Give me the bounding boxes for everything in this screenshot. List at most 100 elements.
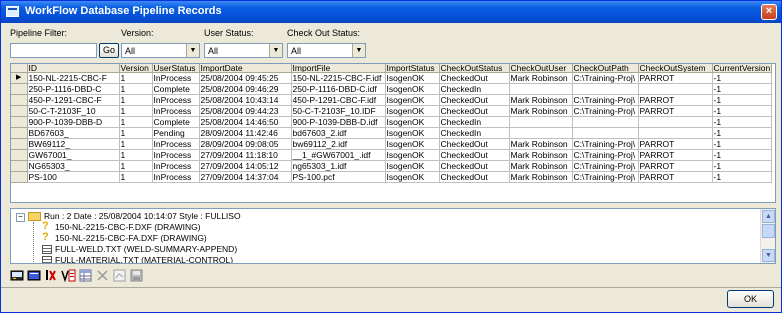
cell-user-status[interactable]: InProcess xyxy=(152,72,200,84)
cell-user-status[interactable]: InProcess xyxy=(152,160,200,172)
cell-import-status[interactable]: IsogenOK xyxy=(385,171,440,183)
cell-id[interactable]: BD67603_ xyxy=(27,127,120,139)
cell-checkout-user[interactable]: Mark Robinson xyxy=(509,72,573,84)
table-row[interactable]: GW67001_ 1 InProcess 27/09/2004 11:18:10 __1… xyxy=(11,149,773,161)
refresh-icon[interactable] xyxy=(112,268,127,283)
cell-import-date[interactable]: 27/09/2004 14:37:04 xyxy=(199,171,292,183)
table-row[interactable]: 50-C-T-2103F_10 1 InProcess 25/08/2004 09:4… xyxy=(11,105,773,117)
scroll-down-icon[interactable]: ▼ xyxy=(762,249,775,262)
column-header-import-file[interactable]: ImportFile xyxy=(291,64,386,73)
cell-checkout-path[interactable]: C:\Training-Proj\ xyxy=(572,138,639,150)
cell-checkout-system[interactable] xyxy=(638,116,713,128)
pipeline-filter-input[interactable] xyxy=(10,43,97,58)
cell-checkout-path[interactable] xyxy=(572,116,639,128)
cell-user-status[interactable]: InProcess xyxy=(152,149,200,161)
table-row[interactable]: ▶ 150-NL-2215-CBC-F 1 InProcess 25/08/2004 0… xyxy=(11,72,773,84)
chevron-down-icon[interactable]: ▼ xyxy=(186,44,199,57)
cell-version[interactable]: 1 xyxy=(119,138,153,150)
cell-id[interactable]: 150-NL-2215-CBC-F xyxy=(27,72,120,84)
tree-child-node[interactable]: 150-NL-2215-CBC-FA.DXF (DRAWING) xyxy=(55,233,207,243)
cell-import-date[interactable]: 27/09/2004 14:05:12 xyxy=(199,160,292,172)
ok-button[interactable]: OK xyxy=(727,290,774,308)
cell-import-file[interactable]: 250-P-1116-DBD-C.idf xyxy=(291,83,386,95)
cell-checkout-user[interactable]: Mark Robinson xyxy=(509,149,573,161)
cell-user-status[interactable]: Complete xyxy=(152,83,200,95)
cell-checkout-system[interactable]: PARROT xyxy=(638,94,713,106)
go-button[interactable]: Go xyxy=(99,43,119,58)
cell-version[interactable]: 1 xyxy=(119,160,153,172)
column-header-version[interactable]: Version xyxy=(119,64,153,73)
cell-checkout-path[interactable]: C:\Training-Proj\ xyxy=(572,160,639,172)
scroll-up-icon[interactable]: ▲ xyxy=(762,210,775,223)
cell-checkout-path[interactable]: C:\Training-Proj\ xyxy=(572,149,639,161)
row-indicator[interactable] xyxy=(11,127,28,139)
cell-checkout-user[interactable]: Mark Robinson xyxy=(509,138,573,150)
cell-id[interactable]: 450-P-1291-CBC-F xyxy=(27,94,120,106)
cell-checkout-status[interactable]: CheckedOut xyxy=(439,105,510,117)
column-header-checkout-user[interactable]: CheckOutUser xyxy=(509,64,573,73)
cell-checkout-user[interactable] xyxy=(509,83,573,95)
cell-checkout-status[interactable]: CheckedOut xyxy=(439,72,510,84)
cell-import-status[interactable]: IsogenOK xyxy=(385,138,440,150)
cell-checkout-user[interactable] xyxy=(509,116,573,128)
cell-checkout-system[interactable]: PARROT xyxy=(638,138,713,150)
table-row[interactable]: NG65303_ 1 InProcess 27/09/2004 14:05:12 ng6… xyxy=(11,160,773,172)
cell-checkout-system[interactable] xyxy=(638,127,713,139)
cell-user-status[interactable]: InProcess xyxy=(152,171,200,183)
cell-checkout-status[interactable]: CheckedIn xyxy=(439,127,510,139)
cell-current-version[interactable]: -1 xyxy=(712,171,773,183)
table-view-icon[interactable] xyxy=(78,268,93,283)
cell-import-status[interactable]: IsogenOK xyxy=(385,149,440,161)
cell-import-date[interactable]: 28/09/2004 09:08:05 xyxy=(199,138,292,150)
cell-import-file[interactable]: bd67603_2.idf xyxy=(291,127,386,139)
row-indicator[interactable] xyxy=(11,94,28,106)
row-indicator[interactable] xyxy=(11,171,28,183)
tree-child-node[interactable]: 150-NL-2215-CBC-F.DXF (DRAWING) xyxy=(55,222,201,232)
cell-version[interactable]: 1 xyxy=(119,171,153,183)
user-status-select[interactable]: All ▼ xyxy=(204,43,283,58)
cell-current-version[interactable]: -1 xyxy=(712,72,773,84)
cell-import-file[interactable]: bw69112_2.idf xyxy=(291,138,386,150)
column-header-import-date[interactable]: ImportDate xyxy=(199,64,292,73)
cell-import-status[interactable]: IsogenOK xyxy=(385,116,440,128)
cell-checkout-user[interactable]: Mark Robinson xyxy=(509,105,573,117)
cell-current-version[interactable]: -1 xyxy=(712,105,773,117)
tree-child-node[interactable]: FULL-MATERIAL.TXT (MATERIAL-CONTROL) xyxy=(55,255,233,263)
cell-version[interactable]: 1 xyxy=(119,127,153,139)
cell-id[interactable]: 50-C-T-2103F_10 xyxy=(27,105,120,117)
cell-import-status[interactable]: IsogenOK xyxy=(385,94,440,106)
cell-checkout-status[interactable]: CheckedOut xyxy=(439,94,510,106)
cell-import-date[interactable]: 25/08/2004 09:44:23 xyxy=(199,105,292,117)
cell-checkout-system[interactable]: PARROT xyxy=(638,160,713,172)
cell-import-status[interactable]: IsogenOK xyxy=(385,83,440,95)
cell-checkout-status[interactable]: CheckedOut xyxy=(439,138,510,150)
cell-current-version[interactable]: -1 xyxy=(712,160,773,172)
table-row[interactable]: 900-P-1039-DBB-D 1 Complete 25/08/2004 14:4… xyxy=(11,116,773,128)
cell-checkout-path[interactable] xyxy=(572,127,639,139)
scroll-thumb[interactable] xyxy=(762,224,775,238)
cell-checkout-system[interactable] xyxy=(638,83,713,95)
row-indicator[interactable] xyxy=(11,160,28,172)
close-button[interactable]: × xyxy=(761,4,777,20)
chevron-down-icon[interactable]: ▼ xyxy=(269,44,282,57)
cell-import-status[interactable]: IsogenOK xyxy=(385,127,440,139)
cell-import-date[interactable]: 25/08/2004 14:46:50 xyxy=(199,116,292,128)
table-row[interactable]: BD67603_ 1 Pending 28/09/2004 11:42:46 bd676… xyxy=(11,127,773,139)
cell-checkout-status[interactable]: CheckedOut xyxy=(439,171,510,183)
cell-checkout-system[interactable]: PARROT xyxy=(638,105,713,117)
column-header-import-status[interactable]: ImportStatus xyxy=(385,64,440,73)
records-grid[interactable]: ID Version UserStatus ImportDate ImportF… xyxy=(10,63,776,203)
table-row[interactable]: PS-100 1 InProcess 27/09/2004 14:37:04 PS-10… xyxy=(11,171,773,183)
cell-id[interactable]: NG65303_ xyxy=(27,160,120,172)
cell-checkout-status[interactable]: CheckedIn xyxy=(439,83,510,95)
cell-checkout-user[interactable]: Mark Robinson xyxy=(509,171,573,183)
cell-import-date[interactable]: 27/09/2004 11:18:10 xyxy=(199,149,292,161)
cell-import-date[interactable]: 25/08/2004 09:46:29 xyxy=(199,83,292,95)
cell-id[interactable]: GW67001_ xyxy=(27,149,120,161)
cell-import-status[interactable]: IsogenOK xyxy=(385,72,440,84)
version-select[interactable]: All ▼ xyxy=(121,43,200,58)
run-tree[interactable]: − Run : 2 Date : 25/08/2004 10:14:07 Sty… xyxy=(10,208,776,264)
title-bar[interactable]: WorkFlow Database Pipeline Records × xyxy=(1,1,781,23)
table-row[interactable]: 250-P-1116-DBD-C 1 Complete 25/08/2004 09:4… xyxy=(11,83,773,95)
cell-checkout-status[interactable]: CheckedOut xyxy=(439,160,510,172)
